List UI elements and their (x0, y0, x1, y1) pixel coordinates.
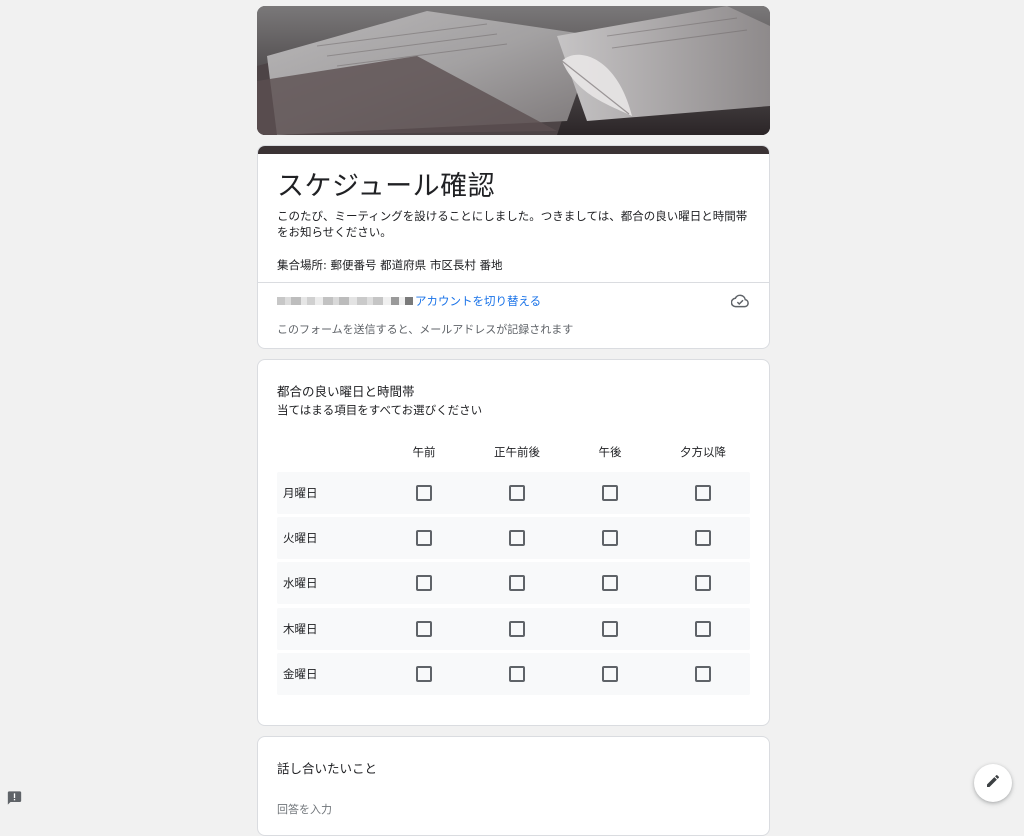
grid-question-card: 都合の良い曜日と時間帯 当てはまる項目をすべてお選びください 午前 正午前後 午… (257, 359, 770, 726)
grid-row: 金曜日 (277, 653, 750, 695)
checkbox[interactable] (416, 621, 432, 637)
row-label: 木曜日 (283, 622, 318, 636)
grid-row: 水曜日 (277, 562, 750, 604)
checkbox[interactable] (509, 575, 525, 591)
grid-row: 月曜日 (277, 472, 750, 514)
column-header: 夕方以降 (680, 445, 726, 459)
grid-column-headers: 午前 正午前後 午後 夕方以降 (277, 444, 750, 464)
checkbox[interactable] (509, 485, 525, 501)
column-header: 午前 (412, 445, 436, 459)
checkbox[interactable] (416, 666, 432, 682)
checkbox[interactable] (509, 621, 525, 637)
checkbox[interactable] (695, 530, 711, 546)
checkbox[interactable] (695, 485, 711, 501)
grid-row: 木曜日 (277, 608, 750, 650)
divider (258, 282, 769, 283)
form-title: スケジュール確認 (277, 171, 496, 202)
checkbox[interactable] (416, 530, 432, 546)
column-header: 午後 (598, 445, 622, 459)
redacted-email (277, 296, 413, 306)
account-row: アカウントを切り替える (277, 293, 541, 309)
edit-response-button[interactable] (974, 764, 1012, 802)
grid-row: 火曜日 (277, 517, 750, 559)
pencil-icon (985, 773, 1001, 793)
form-description: このたび、ミーティングを設けることにしました。つきましては、都合の良い曜日と時間… (277, 209, 748, 239)
checkbox[interactable] (695, 666, 711, 682)
answer-input[interactable] (277, 799, 517, 819)
question-title: 都合の良い曜日と時間帯 (277, 384, 415, 399)
email-recorded-note: このフォームを送信すると、メールアドレスが記録されます (277, 323, 574, 336)
cloud-check-icon (730, 293, 749, 308)
checkbox[interactable] (695, 621, 711, 637)
switch-account-link[interactable]: アカウントを切り替える (415, 293, 541, 309)
column-header: 正午前後 (494, 445, 540, 459)
checkbox[interactable] (602, 485, 618, 501)
form-header-card: スケジュール確認 このたび、ミーティングを設けることにしました。つきましては、都… (257, 145, 770, 349)
row-label: 金曜日 (283, 667, 318, 681)
question-title: 話し合いたいこと (277, 761, 378, 776)
checkbox[interactable] (602, 530, 618, 546)
question-help-text: 当てはまる項目をすべてお選びください (277, 403, 483, 417)
checkbox[interactable] (602, 666, 618, 682)
checkbox[interactable] (509, 666, 525, 682)
report-problem-icon[interactable] (6, 790, 23, 806)
row-label: 火曜日 (283, 531, 318, 545)
header-banner-image (257, 6, 770, 135)
row-label: 水曜日 (283, 576, 318, 590)
checkbox[interactable] (416, 485, 432, 501)
checkbox[interactable] (695, 575, 711, 591)
checkbox[interactable] (602, 575, 618, 591)
checkbox[interactable] (416, 575, 432, 591)
checkbox[interactable] (509, 530, 525, 546)
row-label: 月曜日 (283, 486, 318, 500)
theme-color-bar (258, 146, 769, 154)
checkbox[interactable] (602, 621, 618, 637)
text-question-card: 話し合いたいこと (257, 736, 770, 836)
meeting-place: 集合場所: 郵便番号 都道府県 市区長村 番地 (277, 258, 503, 272)
